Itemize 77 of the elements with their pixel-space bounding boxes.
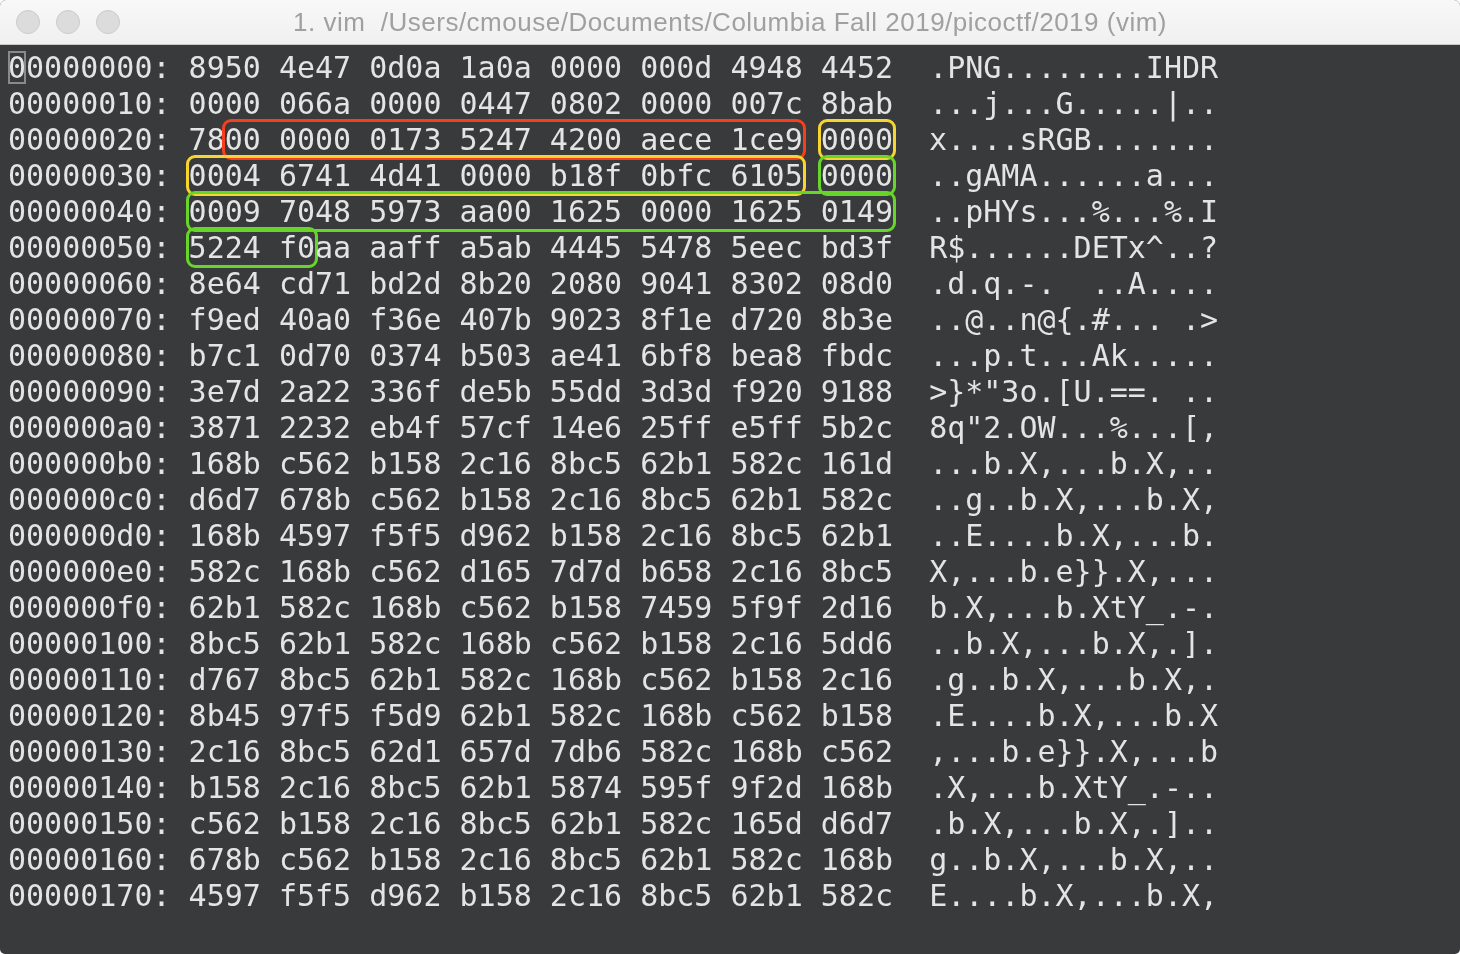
hex-bytes: 0000 066a 0000 0447 0802 0000 007c 8bab: [188, 86, 893, 121]
ascii-text: ..gAMA......a...: [929, 158, 1219, 193]
ascii-text: ..b.X,...b.X,.].: [929, 626, 1219, 661]
offset-label: 00000140:: [8, 770, 171, 805]
ascii-text: ..g..b.X,...b.X,: [929, 482, 1219, 517]
hex-bytes: d767 8bc5 62b1 582c 168b c562 b158 2c16: [188, 662, 893, 697]
offset-label: 000000b0:: [8, 446, 171, 481]
ascii-text: ...j...G.....|..: [929, 86, 1219, 121]
ascii-text: .X,...b.XtY_.-..: [929, 770, 1219, 805]
offset-label: 00000120:: [8, 698, 171, 733]
hex-bytes: 4597 f5f5 d962 b158 2c16 8bc5 62b1 582c: [188, 878, 893, 913]
offset-label: 00000050:: [8, 230, 171, 265]
ascii-text: X,...b.e}}.X,...: [929, 554, 1219, 589]
minimize-button[interactable]: [56, 10, 80, 34]
offset-label: 000000a0:: [8, 410, 171, 445]
ascii-text: x....sRGB.......: [929, 122, 1219, 157]
highlighted-hex-bytes: 0009 7048 5973 aa00 1625 0000 1625 0149: [185, 191, 896, 232]
hex-bytes: d6d7 678b c562 b158 2c16 8bc5 62b1 582c: [188, 482, 893, 517]
maximize-button[interactable]: [96, 10, 120, 34]
offset-label: 00000020:: [8, 122, 171, 157]
highlighted-hex-bytes: 00 0000 0173 5247 4200 aece 1ce9: [221, 119, 806, 160]
offset-label: 00000000:: [8, 50, 171, 85]
hex-bytes: 3871 2232 eb4f 57cf 14e6 25ff e5ff 5b2c: [188, 410, 893, 445]
ascii-text: ,...b.e}}.X,...b: [929, 734, 1219, 769]
ascii-text: >}*"3o.[U.==. ..: [929, 374, 1219, 409]
offset-label: 00000170:: [8, 878, 171, 913]
hex-bytes: b158 2c16 8bc5 62b1 5874 595f 9f2d 168b: [188, 770, 893, 805]
ascii-text: .E....b.X,...b.X: [929, 698, 1219, 733]
offset-label: 00000040:: [8, 194, 171, 229]
offset-label: 00000130:: [8, 734, 171, 769]
hex-bytes: 2c16 8bc5 62d1 657d 7db6 582c 168b c562: [188, 734, 893, 769]
offset-label: 00000160:: [8, 842, 171, 877]
hex-bytes: 62b1 582c 168b c562 b158 7459 5f9f 2d16: [188, 590, 893, 625]
ascii-text: .b.X,...b.X,.]..: [929, 806, 1219, 841]
ascii-text: ..E....b.X,...b.: [929, 518, 1219, 553]
offset-label: 000000d0:: [8, 518, 171, 553]
offset-label: 00000110:: [8, 662, 171, 697]
hex-bytes: 678b c562 b158 2c16 8bc5 62b1 582c 168b: [188, 842, 893, 877]
hex-bytes: 8e64 cd71 bd2d 8b20 2080 9041 8302 08d0: [188, 266, 893, 301]
hex-bytes: f9ed 40a0 f36e 407b 9023 8f1e d720 8b3e: [188, 302, 893, 337]
close-button[interactable]: [16, 10, 40, 34]
window-title: 1. vim /Users/cmouse/Documents/Columbia Fall 2019/picoctf/2019 (vim): [293, 6, 1167, 38]
ascii-text: .d.q.-. ..A....: [929, 266, 1219, 301]
hex-bytes: 582c 168b c562 d165 7d7d b658 2c16 8bc5: [188, 554, 893, 589]
hex-bytes: 168b 4597 f5f5 d962 b158 2c16 8bc5 62b1: [188, 518, 893, 553]
hex-bytes: 8bc5 62b1 582c 168b c562 b158 2c16 5dd6: [188, 626, 893, 661]
offset-label: 000000c0:: [8, 482, 171, 517]
hex-bytes: c562 b158 2c16 8bc5 62b1 582c 165d d6d7: [188, 806, 893, 841]
ascii-text: ...p.t...Ak.....: [929, 338, 1219, 373]
offset-label: 00000010:: [8, 86, 171, 121]
offset-label: 00000150:: [8, 806, 171, 841]
hex-bytes: b7c1 0d70 0374 b503 ae41 6bf8 bea8 fbdc: [188, 338, 893, 373]
highlighted-hex-bytes: 0000: [817, 119, 896, 160]
ascii-text: .PNG........IHDR: [929, 50, 1219, 85]
hex-bytes: 8950 4e47 0d0a 1a0a 0000 000d 4948 4452: [188, 50, 893, 85]
offset-label: 00000090:: [8, 374, 171, 409]
offset-label: 00000060:: [8, 266, 171, 301]
ascii-text: ..pHYs...%...%.I: [929, 194, 1219, 229]
ascii-text: ..@..n@{.#... .>: [929, 302, 1219, 337]
ascii-text: g..b.X,...b.X,..: [929, 842, 1219, 877]
hex-bytes: 168b c562 b158 2c16 8bc5 62b1 582c 161d: [188, 446, 893, 481]
ascii-text: R$......DETx^..?: [929, 230, 1219, 265]
offset-label: 00000030:: [8, 158, 171, 193]
ascii-text: .g..b.X,...b.X,.: [929, 662, 1219, 697]
ascii-text: b.X,...b.XtY_.-.: [929, 590, 1219, 625]
offset-label: 000000e0:: [8, 554, 171, 589]
offset-label: 00000070:: [8, 302, 171, 337]
ascii-text: 8q"2.OW...%...[,: [929, 410, 1219, 445]
offset-label: 00000100:: [8, 626, 171, 661]
offset-label: 00000080:: [8, 338, 171, 373]
offset-label: 000000f0:: [8, 590, 171, 625]
hex-bytes: 8b45 97f5 f5d9 62b1 582c 168b c562 b158: [188, 698, 893, 733]
ascii-text: E....b.X,...b.X,: [929, 878, 1219, 913]
hex-bytes: 3e7d 2a22 336f de5b 55dd 3d3d f920 9188: [188, 374, 893, 409]
ascii-text: ...b.X,...b.X,..: [929, 446, 1219, 481]
highlighted-hex-bytes: 0000: [817, 155, 896, 196]
highlighted-hex-bytes: 0004 6741 4d41 0000 b18f 0bfc 6105: [185, 155, 806, 196]
